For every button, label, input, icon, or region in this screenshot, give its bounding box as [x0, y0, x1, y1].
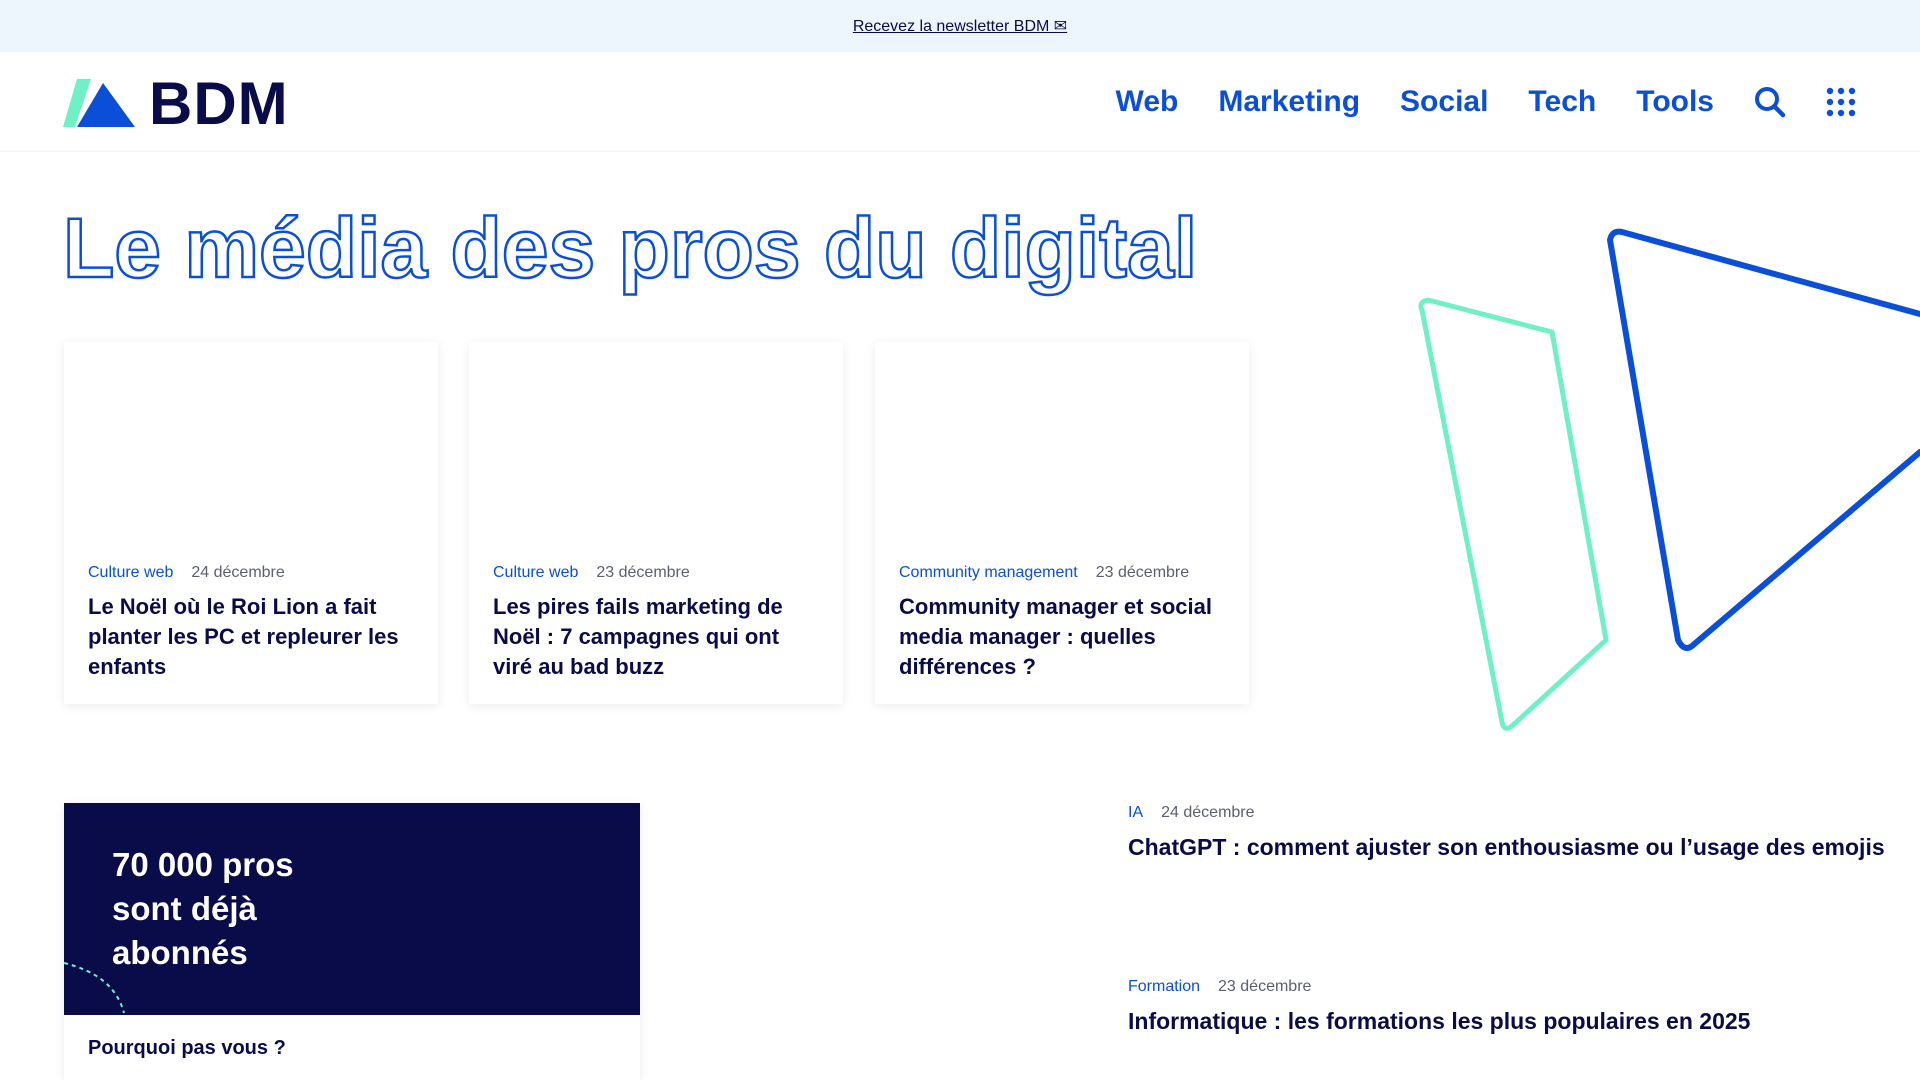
- card-date: 24 décembre: [191, 564, 285, 581]
- nav-item-tech[interactable]: Tech: [1528, 85, 1596, 119]
- logo-text: BDM: [149, 70, 289, 137]
- card-date: 23 décembre: [596, 564, 690, 581]
- card-meta: Culture web 23 décembre: [493, 564, 690, 582]
- decorative-shapes: [1418, 228, 1920, 731]
- side-article-category[interactable]: IA: [1128, 804, 1143, 822]
- side-article-date: 24 décembre: [1161, 804, 1255, 821]
- promo-banner: 70 000 pros sont déjà abonnés: [64, 803, 640, 1015]
- article-card[interactable]: Community management 23 décembre Communi…: [875, 342, 1249, 704]
- main-nav: Web Marketing Social Tech Tools: [1076, 78, 1856, 126]
- apps-grid-icon[interactable]: [1826, 87, 1856, 117]
- card-category[interactable]: Culture web: [88, 564, 173, 582]
- promo-title: 70 000 pros sont déjà abonnés: [112, 846, 294, 971]
- side-article[interactable]: IA 24 décembre ChatGPT : comment ajuster…: [1128, 804, 1888, 861]
- newsletter-bar: Recevez la newsletter BDM ✉: [0, 0, 1920, 52]
- side-article-title[interactable]: ChatGPT : comment ajuster son enthousias…: [1128, 834, 1888, 861]
- promo-subtitle: Pourquoi pas vous ?: [88, 1037, 286, 1059]
- side-article-meta: Formation 23 décembre: [1128, 978, 1888, 996]
- card-title[interactable]: Community manager et social media manage…: [899, 592, 1229, 682]
- side-article[interactable]: Formation 23 décembre Informatique : les…: [1128, 978, 1888, 1035]
- nav-item-marketing[interactable]: Marketing: [1218, 85, 1360, 119]
- article-card[interactable]: Culture web 23 décembre Les pires fails …: [469, 342, 843, 704]
- search-icon[interactable]: [1754, 86, 1786, 118]
- card-date: 23 décembre: [1095, 564, 1190, 581]
- card-meta: Culture web 24 décembre: [88, 564, 285, 582]
- card-category[interactable]: Community management: [899, 564, 1078, 582]
- card-title[interactable]: Le Noël où le Roi Lion a fait planter le…: [88, 592, 418, 682]
- nav-item-social[interactable]: Social: [1400, 85, 1488, 119]
- card-category[interactable]: Culture web: [493, 564, 578, 582]
- side-article-date: 23 décembre: [1218, 978, 1312, 995]
- site-header: BDM Web Marketing Social Tech Tools: [0, 52, 1920, 152]
- hero-title: Le média des pros du digital: [62, 200, 1199, 297]
- card-meta: Community management 23 décembre: [899, 564, 1189, 582]
- side-article-category[interactable]: Formation: [1128, 978, 1200, 996]
- card-title[interactable]: Les pires fails marketing de Noël : 7 ca…: [493, 592, 823, 682]
- side-article-title[interactable]: Informatique : les formations les plus p…: [1128, 1008, 1888, 1035]
- article-card[interactable]: Culture web 24 décembre Le Noël où le Ro…: [64, 342, 438, 704]
- nav-item-web[interactable]: Web: [1116, 85, 1179, 119]
- logo-mark-icon: [63, 79, 135, 127]
- newsletter-promo[interactable]: 70 000 pros sont déjà abonnés Pourquoi p…: [64, 803, 640, 1080]
- nav-item-tools[interactable]: Tools: [1636, 85, 1714, 119]
- side-article-meta: IA 24 décembre: [1128, 804, 1888, 822]
- newsletter-link[interactable]: Recevez la newsletter BDM ✉: [853, 16, 1067, 36]
- bdm-logo[interactable]: BDM: [63, 74, 289, 134]
